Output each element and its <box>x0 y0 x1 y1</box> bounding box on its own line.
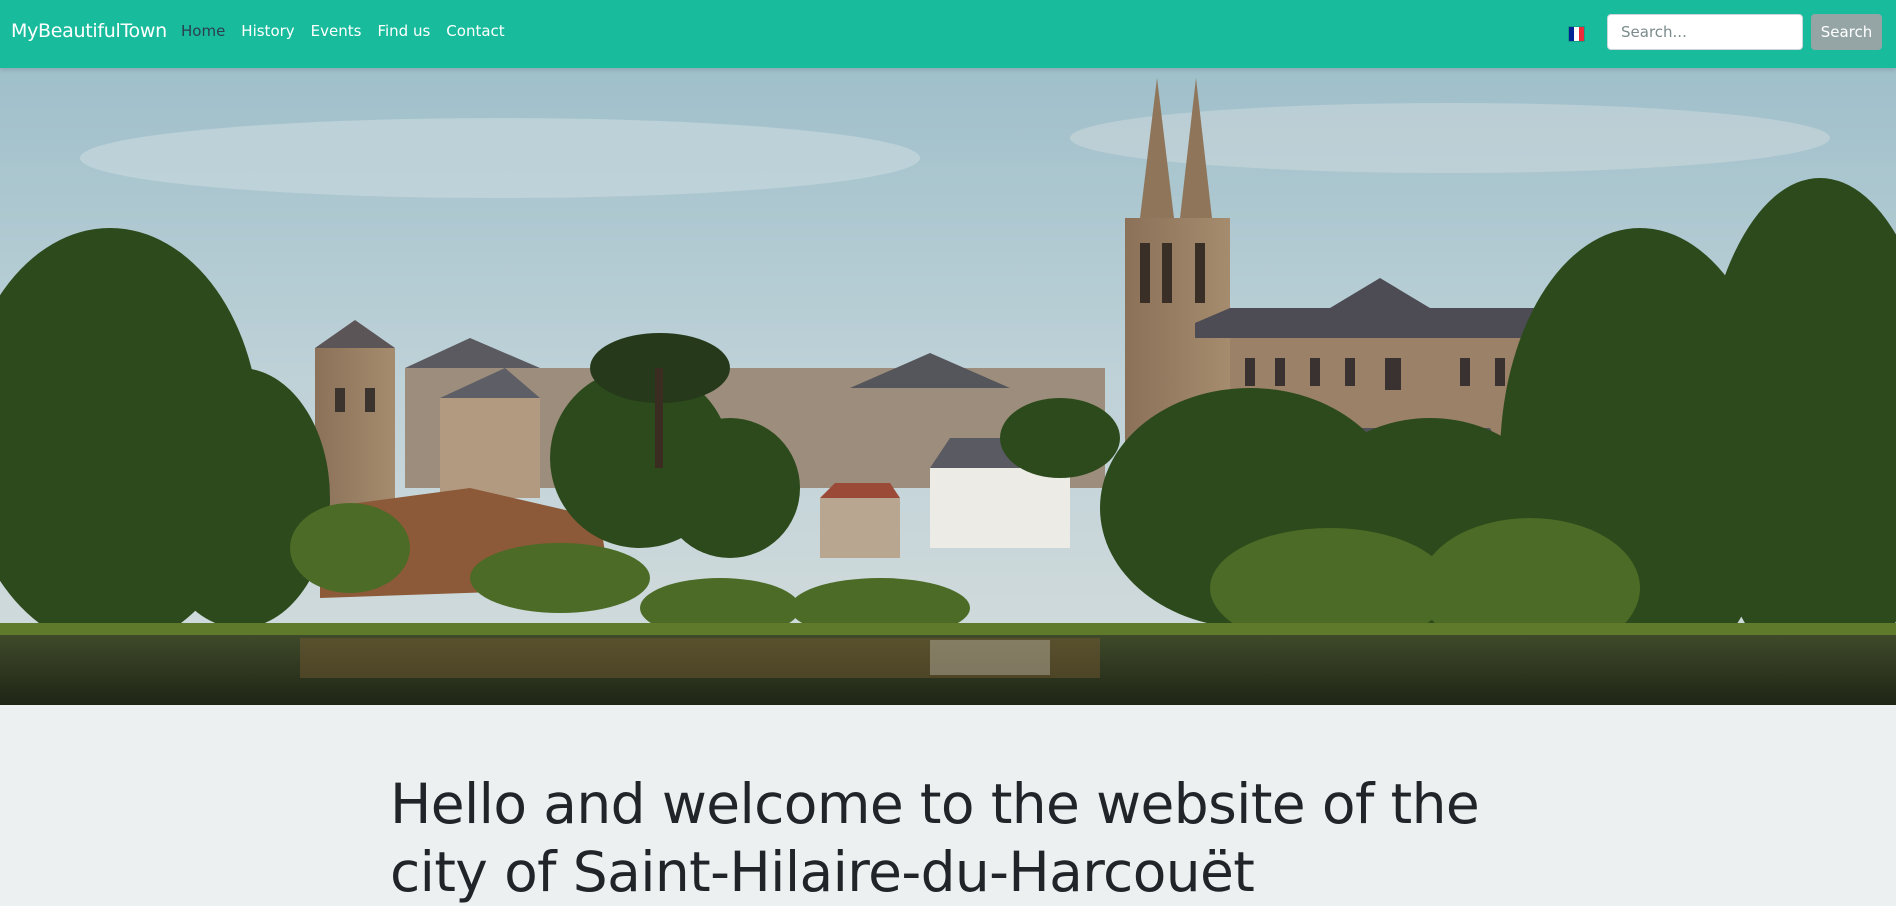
search-button[interactable]: Search <box>1811 14 1882 50</box>
nav-menu: Home History Events Find us Contact <box>181 22 521 40</box>
nav-link-history[interactable]: History <box>241 22 294 40</box>
nav-link-find-us[interactable]: Find us <box>377 22 430 40</box>
hero-image <box>0 68 1896 705</box>
brand-logo-link[interactable]: MyBeautifulTown <box>11 20 167 42</box>
top-navbar: MyBeautifulTown Home History Events Find… <box>0 0 1896 68</box>
town-lake-cathedral-photo <box>0 68 1896 705</box>
nav-link-home[interactable]: Home <box>181 22 225 40</box>
french-flag-icon[interactable] <box>1568 26 1585 42</box>
nav-link-events[interactable]: Events <box>311 22 362 40</box>
nav-link-contact[interactable]: Contact <box>446 22 504 40</box>
search-input[interactable] <box>1607 14 1803 50</box>
welcome-headline: Hello and welcome to the website of the … <box>390 772 1480 904</box>
